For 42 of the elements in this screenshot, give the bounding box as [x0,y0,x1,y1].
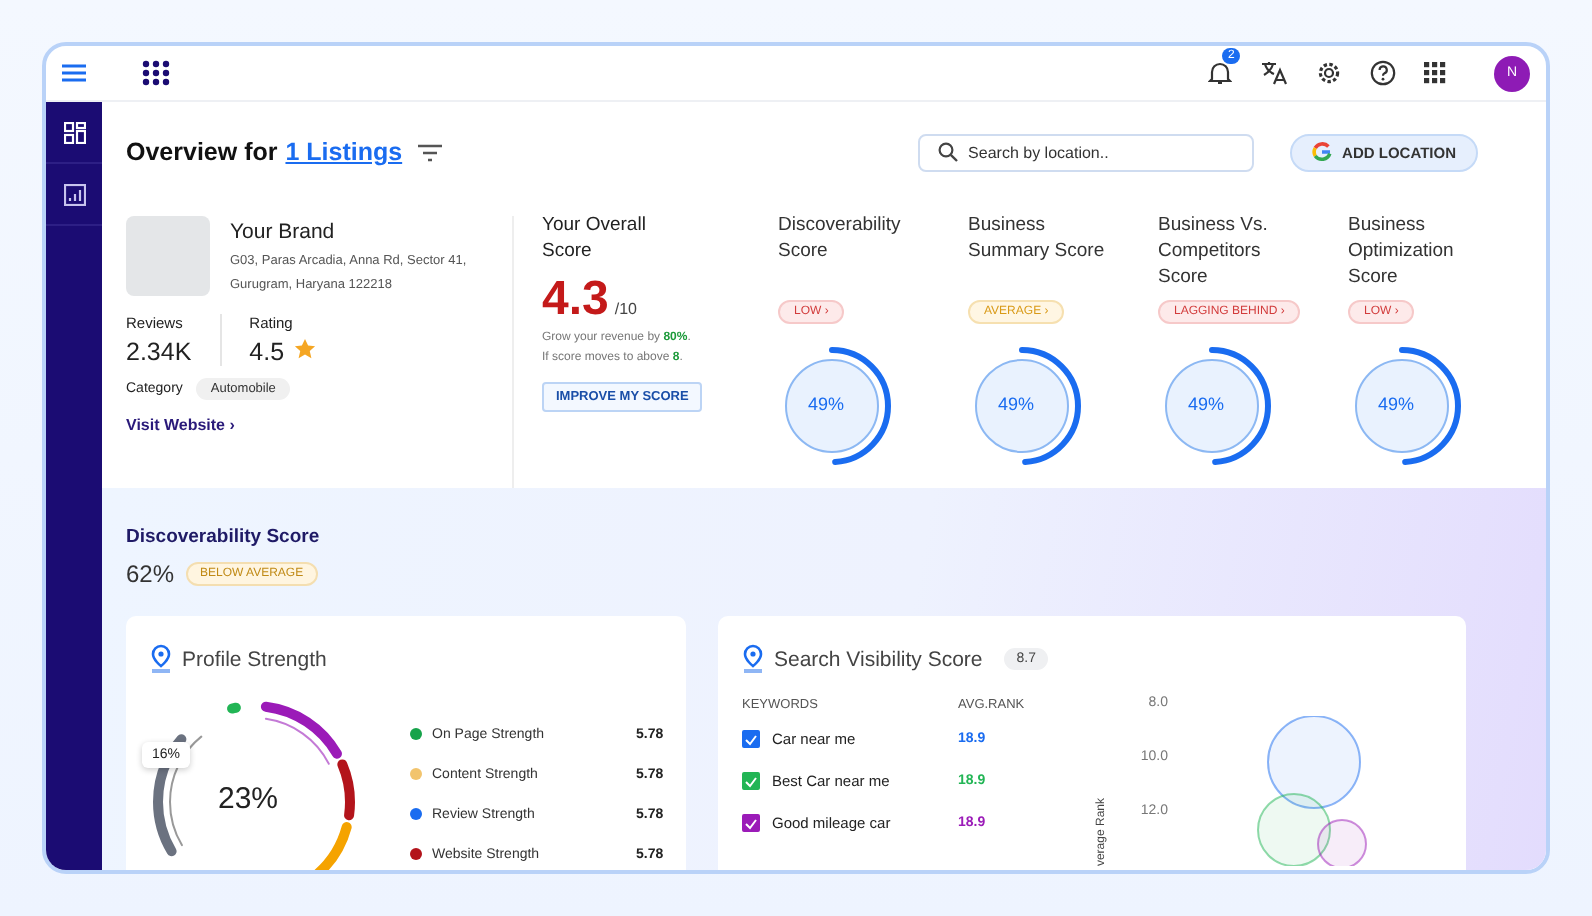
donut-center-value: 23% [218,782,279,816]
score-percent: 49% [995,394,1036,414]
score-max: /10 [614,300,637,318]
score-title: Business Summary Score [968,212,1107,266]
search-icon [938,141,959,161]
location-pin-icon [150,644,172,674]
report-icon[interactable] [63,183,85,205]
keyword-checkbox[interactable] [742,772,760,790]
card-title: Profile Strength [182,647,327,671]
score-percent: 49% [1185,394,1226,414]
map-thumbnail [126,216,210,296]
grid-logo-icon[interactable] [142,60,170,86]
location-pin-icon [742,644,764,674]
discoverability-percent: 62% [126,560,175,588]
rating-value: 4.5 [249,338,285,366]
score-title: Business Vs. Competitors Score [1158,212,1270,292]
score-title: Business Optimization Score [1348,212,1456,292]
overall-score: 4.3 [542,272,609,328]
help-icon[interactable] [1370,60,1396,86]
reviews-count: 2.34K [126,338,192,366]
star-icon [294,338,317,360]
google-g-icon [1312,142,1333,162]
card-title: Search Visibility Score [774,647,983,671]
settings-icon[interactable] [1316,60,1342,86]
keyword-checkbox[interactable] [742,730,760,748]
page-title: Overview for [126,138,278,166]
bell-icon[interactable] [1208,60,1232,86]
listings-link[interactable]: 1 Listings [285,138,403,166]
search-field[interactable]: Search by location.. [918,133,1255,171]
overall-score-title: Your Overall Score [542,212,648,264]
filter-icon[interactable] [418,143,443,161]
dashboard-icon[interactable] [63,121,85,143]
score-title: Discoverability Score [778,212,903,266]
apps-icon[interactable] [1424,62,1446,84]
section-title: Discoverability Score [126,526,322,548]
score-percent: 49% [1375,394,1416,414]
keyword-checkbox[interactable] [742,814,760,832]
menu-icon[interactable] [62,64,86,82]
score-percent: 49% [805,394,846,414]
brand-name: Your Brand [230,220,337,244]
visit-website-link[interactable]: Visit Website › [126,416,235,434]
translate-icon[interactable] [1260,60,1288,86]
